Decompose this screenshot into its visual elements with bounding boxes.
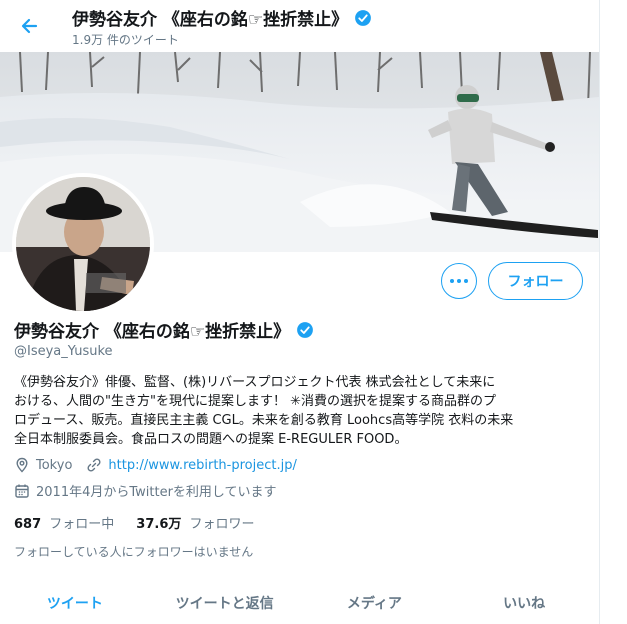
follow-button[interactable]: フォロー	[488, 262, 583, 300]
header-tweet-count: 1.9万 件のツイート	[72, 33, 179, 47]
profile-column: 伊勢谷友介 《座右の銘☞挫折禁止》 1.9万 件のツイート フォロー 伊勢谷友介…	[0, 0, 600, 624]
profile-name-text: 伊勢谷友介 《座右の銘☞挫折禁止》	[14, 322, 291, 342]
profile-website-link[interactable]: http://www.rebirth-project.jp/	[108, 458, 296, 473]
more-options-button[interactable]	[441, 263, 477, 299]
followers-stat[interactable]: 37.6万 フォロワー	[136, 513, 254, 532]
profile-handle: @Iseya_Yusuke	[14, 344, 113, 359]
following-count: 687	[14, 517, 42, 532]
profile-meta: Tokyo http://www.rebirth-project.jp/	[14, 457, 297, 473]
profile-joined-text: 2011年4月からTwitterを利用しています	[36, 485, 277, 500]
followers-label: フォロワー	[189, 517, 255, 532]
verified-badge-icon	[355, 9, 372, 26]
profile-name: 伊勢谷友介 《座右の銘☞挫折禁止》	[14, 317, 314, 342]
header-title: 伊勢谷友介 《座右の銘☞挫折禁止》	[72, 5, 372, 30]
profile-joined: 2011年4月からTwitterを利用しています	[14, 481, 277, 500]
bio-line: ロデュース、販売。直接民主主義 CGL。未来を創る教育 Loohcs高等学院 衣…	[14, 413, 514, 428]
calendar-icon	[15, 484, 29, 498]
mutual-followers-note: フォローしている人にフォロワーはいません	[14, 545, 254, 559]
profile-header: 伊勢谷友介 《座右の銘☞挫折禁止》 1.9万 件のツイート	[0, 0, 599, 52]
arrow-left-icon	[21, 18, 38, 34]
profile-location: Tokyo	[36, 457, 73, 473]
location-pin-icon	[16, 457, 28, 473]
following-stat[interactable]: 687 フォロー中	[14, 513, 114, 532]
profile-tabs: ツイート ツイートと返信 メディア いいね	[0, 585, 599, 624]
bio-line: 全日本制服委員会。食品ロスの問題への提案 E-REGULER FOOD。	[14, 432, 408, 447]
following-label: フォロー中	[49, 517, 115, 532]
tab-likes[interactable]: いいね	[449, 585, 599, 624]
tab-tweets[interactable]: ツイート	[0, 585, 150, 624]
followers-count: 37.6万	[136, 517, 182, 532]
header-name: 伊勢谷友介 《座右の銘☞挫折禁止》	[72, 10, 349, 30]
verified-badge-icon	[297, 321, 314, 338]
tab-tweets-and-replies[interactable]: ツイートと返信	[150, 585, 300, 624]
more-horizontal-icon	[450, 279, 468, 283]
bio-line: 《伊勢谷友介》俳優、監督、(株)リバースプロジェクト代表 株式会社として未来に	[14, 375, 496, 390]
profile-bio: 《伊勢谷友介》俳優、監督、(株)リバースプロジェクト代表 株式会社として未来に …	[14, 373, 584, 449]
bio-line: おける、人間の"生き方"を現代に提案します！ ✳消費の選択を提案する商品群のプ	[14, 394, 496, 409]
profile-stats: 687 フォロー中 37.6万 フォロワー	[14, 513, 277, 532]
tab-media[interactable]: メディア	[300, 585, 450, 624]
link-icon	[87, 458, 101, 472]
back-button[interactable]	[14, 10, 46, 42]
avatar-photo	[16, 177, 150, 311]
profile-avatar[interactable]	[12, 173, 154, 315]
